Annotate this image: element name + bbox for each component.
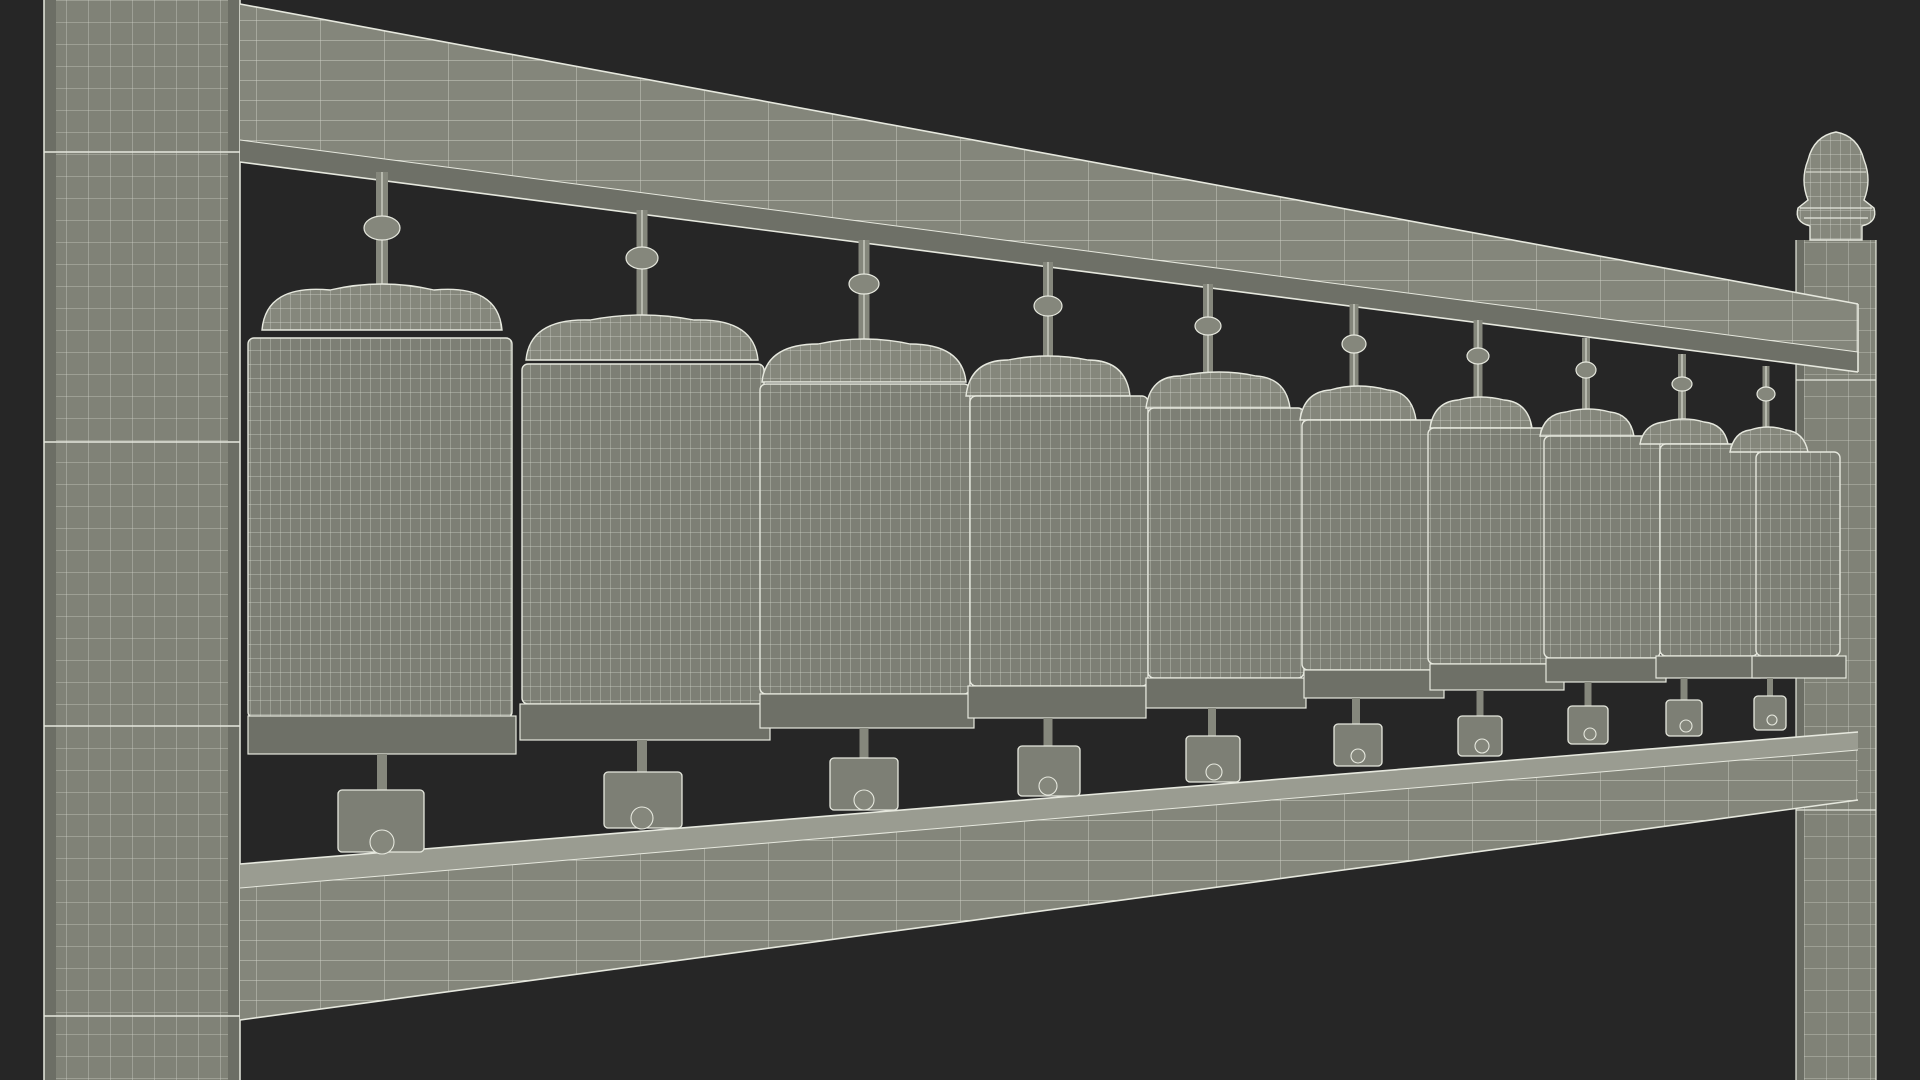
wireframe-render-viewport <box>0 0 1920 1080</box>
post-finial <box>1796 131 1876 241</box>
prayer-wheel <box>1299 304 1445 767</box>
prayer-wheel <box>965 262 1149 797</box>
prayer-wheel <box>247 172 517 855</box>
prayer-wheel <box>1145 284 1307 783</box>
left-post <box>43 0 241 1080</box>
prayer-wheel-rack-scene <box>43 0 1877 1080</box>
prayer-wheel <box>519 210 771 830</box>
prayer-wheel <box>759 240 975 811</box>
